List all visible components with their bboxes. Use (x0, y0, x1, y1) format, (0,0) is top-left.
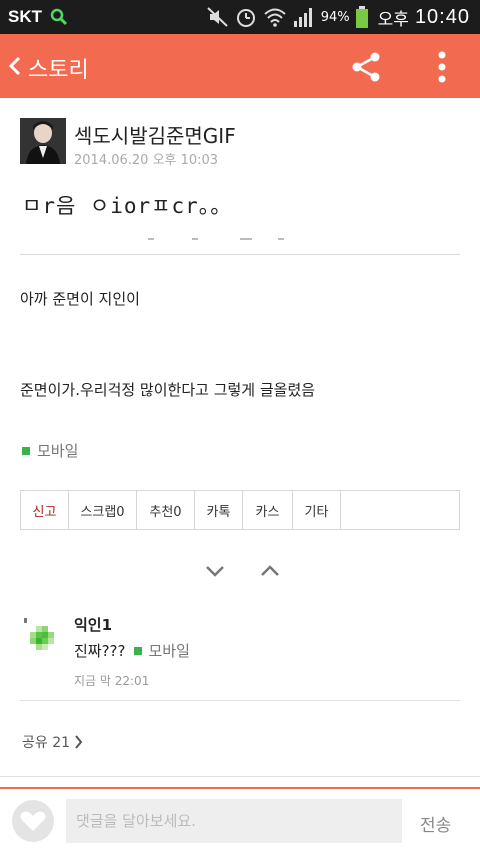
share-icon[interactable] (350, 51, 382, 83)
wifi-icon (264, 8, 286, 27)
more-button[interactable]: 기타 (293, 491, 341, 529)
clock: 10:40 (414, 5, 470, 28)
more-vert-icon[interactable] (438, 51, 446, 83)
status-bar: SKT 94% 오후 10:40 (0, 0, 480, 34)
comment-device-tag: 모바일 (133, 640, 190, 661)
heart-icon (20, 811, 46, 831)
comment-input-bar: 전송 (0, 787, 480, 855)
device-tag: 모바일 (22, 440, 78, 461)
post-paragraph: 준면이가.우리걱정 많이한다고 그렇게 글올렸음 (20, 381, 316, 399)
kakaostory-share-button[interactable]: 카스 (243, 491, 293, 529)
divider (0, 776, 480, 777)
divider (20, 700, 460, 701)
chevron-up-icon[interactable] (260, 565, 280, 577)
back-icon[interactable] (8, 54, 22, 78)
battery-percent: 94% (320, 9, 350, 25)
mobile-dot-icon (133, 646, 142, 655)
recommend-button[interactable]: 추천0 (137, 491, 195, 529)
post-paragraph: 아까 준면이 지인이 (20, 290, 140, 308)
send-button[interactable]: 전송 (420, 811, 451, 836)
comment-body: 진짜??? 모바일 (74, 640, 190, 661)
search-icon (50, 8, 68, 26)
post-handwritten-line: ㅁr음 ㅇiorㅍcr。。 (22, 194, 233, 218)
mobile-dot-icon (22, 446, 30, 455)
share-count-label: 공유 21 (22, 735, 71, 751)
chevron-right-icon (75, 735, 83, 749)
alarm-icon (236, 9, 255, 27)
comment-marker (24, 618, 27, 623)
battery-icon (355, 6, 368, 28)
report-button[interactable]: 신고 (21, 491, 69, 529)
signal-icon (293, 8, 312, 27)
mute-icon (207, 7, 228, 27)
ampm-label: 오후 (377, 9, 409, 30)
post-title: 섹도시발김준면GIF (74, 124, 236, 148)
app-bar-title[interactable]: 스토리 (28, 52, 89, 84)
comment-text: 진짜??? (74, 642, 126, 660)
comment-author[interactable]: 익인1 (74, 614, 112, 635)
comment-device-label: 모바일 (148, 642, 190, 660)
gif-placeholder-marks (148, 238, 288, 242)
divider (20, 254, 460, 255)
comment-input[interactable] (66, 799, 402, 843)
chevron-down-icon[interactable] (205, 565, 225, 577)
post-timestamp: 2014.06.20 오후 10:03 (74, 153, 219, 168)
carrier-name: SKT (8, 7, 42, 26)
share-count-link[interactable]: 공유 21 (22, 732, 83, 752)
kakaotalk-share-button[interactable]: 카톡 (195, 491, 243, 529)
scrap-button[interactable]: 스크랩0 (69, 491, 137, 529)
post-action-bar: 신고 스크랩0 추천0 카톡 카스 기타 (20, 490, 460, 530)
author-avatar[interactable] (20, 118, 66, 164)
commenter-avatar (30, 626, 54, 650)
avatar-photo (20, 118, 66, 164)
comment-time: 지금 막 22:01 (74, 674, 150, 688)
app-bar: 스토리 (0, 34, 480, 98)
device-label: 모바일 (37, 442, 79, 460)
like-button[interactable] (12, 800, 54, 842)
